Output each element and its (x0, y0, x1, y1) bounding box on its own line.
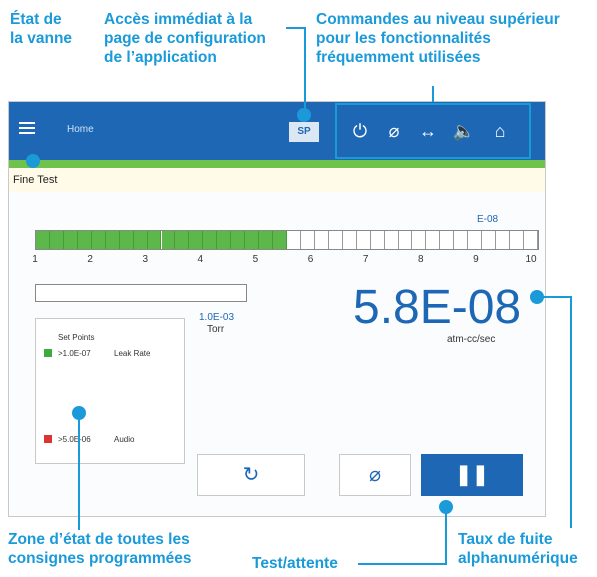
volume-icon[interactable]: 🔈 (451, 118, 477, 144)
instrument-screen: Home SP ⏻ ⌀ ↔ 🔈 ⌂ Fine Test E-08 1.0E-03… (8, 101, 546, 517)
bar-segment (105, 231, 120, 249)
callout-setpoints-zone: Zone d’état de toutes les consignes prog… (8, 531, 192, 567)
pressure-bar (35, 284, 247, 302)
bar-segment (36, 231, 50, 249)
bar-segment (287, 231, 301, 249)
setpoint-2-label: Audio (114, 435, 135, 444)
zero-icon[interactable]: ⌀ (381, 118, 407, 144)
sniff-icon[interactable]: ↔ (415, 118, 441, 144)
bar-tick-label: 3 (142, 254, 148, 265)
bar-segment (259, 231, 274, 249)
bar-segment (231, 231, 246, 249)
pressure-unit: Torr (207, 324, 225, 335)
bar-tick-label: 6 (307, 254, 314, 265)
menu-icon[interactable] (19, 122, 35, 136)
bar-exponent-label: E-08 (477, 214, 499, 225)
bar-tick-label: 2 (87, 254, 93, 265)
bar-segment (189, 231, 204, 249)
bar-segment (300, 231, 315, 249)
pause-connector-h (358, 563, 447, 565)
pressure-value: 1.0E-03 (199, 312, 235, 323)
status-line: Fine Test (9, 168, 545, 192)
callout-top-commands: Commandes au niveau supérieur pour les f… (316, 11, 560, 66)
bar-segment (314, 231, 329, 249)
leak-rate-value: 5.8E-08 (353, 281, 522, 334)
setpoints-dot (72, 406, 86, 420)
commands-connector (432, 86, 434, 102)
valve-state-dot (26, 154, 40, 168)
bar-segment (468, 231, 483, 249)
bar-segment (217, 231, 232, 249)
bar-segment (426, 231, 441, 249)
callout-test-hold: Test/attente (252, 555, 338, 572)
valve-state-bar (9, 160, 545, 168)
bar-tick-label: 5 (252, 254, 259, 265)
config-dot (297, 108, 311, 122)
callout-leak-rate: Taux de fuite alphanumérique (458, 531, 578, 567)
setpoints-connector (78, 420, 80, 530)
bar-segment (161, 231, 176, 249)
leak-connector-h (542, 296, 572, 298)
cycle-button[interactable]: ↻ (197, 454, 305, 496)
bar-tick-label: 9 (473, 254, 479, 265)
config-connector-v (304, 27, 306, 115)
zero-button[interactable]: ⌀ (339, 454, 411, 496)
setpoint-1-value: >1.0E-07 (58, 349, 91, 358)
bar-segment (440, 231, 455, 249)
leak-connector-v (570, 296, 572, 528)
setpoint-1-indicator (44, 349, 52, 357)
bar-segment (49, 231, 64, 249)
callout-config-access: Accès immédiat à la page de configuratio… (104, 11, 266, 66)
setpoints-title: Set Points (58, 333, 95, 342)
bar-segment (147, 231, 162, 249)
setpoints-panel: Set Points >1.0E-07 Leak Rate >5.0E-06 A… (35, 318, 185, 464)
leak-rate-unit: atm-cc/sec (447, 334, 496, 345)
bar-segment (496, 231, 511, 249)
bar-segment (412, 231, 427, 249)
config-connector-h (286, 27, 306, 29)
bar-segment (356, 231, 371, 249)
bar-segment (133, 231, 148, 249)
bar-segment (91, 231, 106, 249)
bar-segment (370, 231, 385, 249)
bar-segment (342, 231, 357, 249)
bar-segment (384, 231, 399, 249)
bar-segment (510, 231, 525, 249)
bar-tick-label: 10 (525, 254, 537, 265)
callout-valve-state: État de la vanne (10, 11, 73, 47)
pause-connector-v (445, 512, 447, 564)
bar-segment (398, 231, 413, 249)
bar-segment (524, 231, 538, 249)
setpoint-1-label: Leak Rate (114, 349, 151, 358)
top-bar: Home SP ⏻ ⌀ ↔ 🔈 ⌂ (9, 102, 545, 160)
bar-segment (119, 231, 134, 249)
bar-tick-label: 8 (417, 254, 424, 265)
power-icon[interactable]: ⏻ (347, 118, 373, 144)
bar-tick-label: 7 (362, 254, 369, 265)
setpoints-button[interactable]: SP (289, 122, 319, 142)
setpoint-2-value: >5.0E-06 (58, 435, 91, 444)
bar-segment (203, 231, 218, 249)
home-icon[interactable]: ⌂ (487, 118, 513, 144)
bar-segment (273, 231, 287, 249)
setpoint-2-indicator (44, 435, 52, 443)
home-label: Home (67, 124, 94, 135)
leak-rate-bar (35, 230, 539, 250)
bar-tick-label: 4 (197, 254, 204, 265)
bar-segment (63, 231, 78, 249)
bar-segment (328, 231, 343, 249)
bar-segment (482, 231, 497, 249)
bar-tick-label: 1 (32, 254, 38, 265)
pause-button[interactable]: ❚❚ (421, 454, 523, 496)
bar-segment (454, 231, 469, 249)
bar-segment (77, 231, 92, 249)
bar-segment (175, 231, 190, 249)
bar-segment (245, 231, 260, 249)
